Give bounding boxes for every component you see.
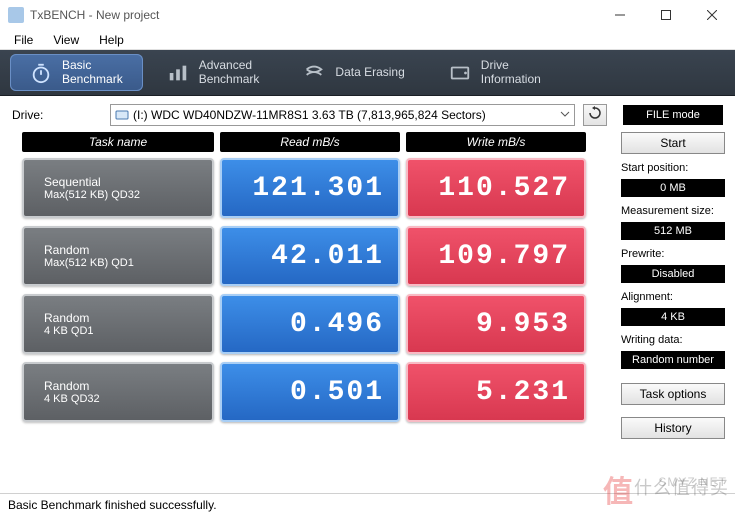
task-name[interactable]: Sequential Max(512 KB) QD32 bbox=[22, 158, 214, 218]
watermark: 值什么值得买 bbox=[603, 467, 729, 511]
alignment-label: Alignment: bbox=[621, 287, 725, 304]
task-options-button[interactable]: Task options bbox=[621, 383, 725, 405]
tab-basic-benchmark[interactable]: BasicBenchmark bbox=[10, 54, 143, 91]
menubar: File View Help bbox=[0, 30, 735, 50]
erase-icon bbox=[303, 62, 325, 84]
write-value: 109.797 bbox=[406, 226, 586, 286]
task-name[interactable]: Random 4 KB QD1 bbox=[22, 294, 214, 354]
header-read: Read mB/s bbox=[220, 132, 400, 152]
header-task: Task name bbox=[22, 132, 214, 152]
writing-data-value[interactable]: Random number bbox=[621, 351, 725, 369]
task-row: Random 4 KB QD32 0.501 5.231 bbox=[22, 362, 611, 422]
task-name[interactable]: Random Max(512 KB) QD1 bbox=[22, 226, 214, 286]
results-header: Task name Read mB/s Write mB/s bbox=[22, 132, 611, 152]
close-button[interactable] bbox=[689, 0, 735, 30]
read-value: 0.501 bbox=[220, 362, 400, 422]
write-value: 5.231 bbox=[406, 362, 586, 422]
stopwatch-icon bbox=[30, 62, 52, 84]
maximize-button[interactable] bbox=[643, 0, 689, 30]
drive-value: (I:) WDC WD40NDZW-11MR8S1 3.63 TB (7,813… bbox=[133, 108, 486, 122]
bars-icon bbox=[167, 62, 189, 84]
writing-data-label: Writing data: bbox=[621, 330, 725, 347]
menu-view[interactable]: View bbox=[45, 31, 87, 49]
titlebar: TxBENCH - New project bbox=[0, 0, 735, 30]
refresh-icon bbox=[588, 106, 602, 125]
window-title: TxBENCH - New project bbox=[30, 8, 159, 22]
tab-drive-information[interactable]: DriveInformation bbox=[429, 54, 561, 91]
start-button[interactable]: Start bbox=[621, 132, 725, 154]
tab-label: AdvancedBenchmark bbox=[199, 59, 260, 87]
tab-data-erasing[interactable]: Data Erasing bbox=[283, 54, 424, 91]
start-position-value[interactable]: 0 MB bbox=[621, 179, 725, 197]
prewrite-label: Prewrite: bbox=[621, 244, 725, 261]
measurement-size-value[interactable]: 512 MB bbox=[621, 222, 725, 240]
menu-file[interactable]: File bbox=[6, 31, 41, 49]
task-row: Random Max(512 KB) QD1 42.011 109.797 bbox=[22, 226, 611, 286]
app-icon bbox=[8, 7, 24, 23]
write-value: 110.527 bbox=[406, 158, 586, 218]
task-row: Sequential Max(512 KB) QD32 121.301 110.… bbox=[22, 158, 611, 218]
prewrite-value[interactable]: Disabled bbox=[621, 265, 725, 283]
options-panel: Start Start position: 0 MB Measurement s… bbox=[621, 132, 725, 439]
header-write: Write mB/s bbox=[406, 132, 586, 152]
start-position-label: Start position: bbox=[621, 158, 725, 175]
results-panel: Task name Read mB/s Write mB/s Sequentia… bbox=[22, 132, 611, 439]
tab-advanced-benchmark[interactable]: AdvancedBenchmark bbox=[147, 54, 280, 91]
minimize-button[interactable] bbox=[597, 0, 643, 30]
alignment-value[interactable]: 4 KB bbox=[621, 308, 725, 326]
drive-label: Drive: bbox=[12, 108, 102, 122]
write-value: 9.953 bbox=[406, 294, 586, 354]
refresh-button[interactable] bbox=[583, 104, 607, 126]
tab-label: DriveInformation bbox=[481, 59, 541, 87]
drive-row: Drive: (I:) WDC WD40NDZW-11MR8S1 3.63 TB… bbox=[0, 96, 735, 132]
drive-select[interactable]: (I:) WDC WD40NDZW-11MR8S1 3.63 TB (7,813… bbox=[110, 104, 575, 126]
disk-icon bbox=[115, 108, 129, 122]
read-value: 0.496 bbox=[220, 294, 400, 354]
drive-icon bbox=[449, 62, 471, 84]
file-mode-button[interactable]: FILE mode bbox=[623, 105, 723, 125]
read-value: 121.301 bbox=[220, 158, 400, 218]
tab-bar: BasicBenchmark AdvancedBenchmark Data Er… bbox=[0, 50, 735, 96]
read-value: 42.011 bbox=[220, 226, 400, 286]
chevron-down-icon bbox=[560, 108, 570, 122]
tab-label: Data Erasing bbox=[335, 66, 404, 80]
measurement-size-label: Measurement size: bbox=[621, 201, 725, 218]
status-text: Basic Benchmark finished successfully. bbox=[8, 498, 217, 512]
history-button[interactable]: History bbox=[621, 417, 725, 439]
menu-help[interactable]: Help bbox=[91, 31, 132, 49]
task-row: Random 4 KB QD1 0.496 9.953 bbox=[22, 294, 611, 354]
tab-label: BasicBenchmark bbox=[62, 59, 123, 87]
task-name[interactable]: Random 4 KB QD32 bbox=[22, 362, 214, 422]
